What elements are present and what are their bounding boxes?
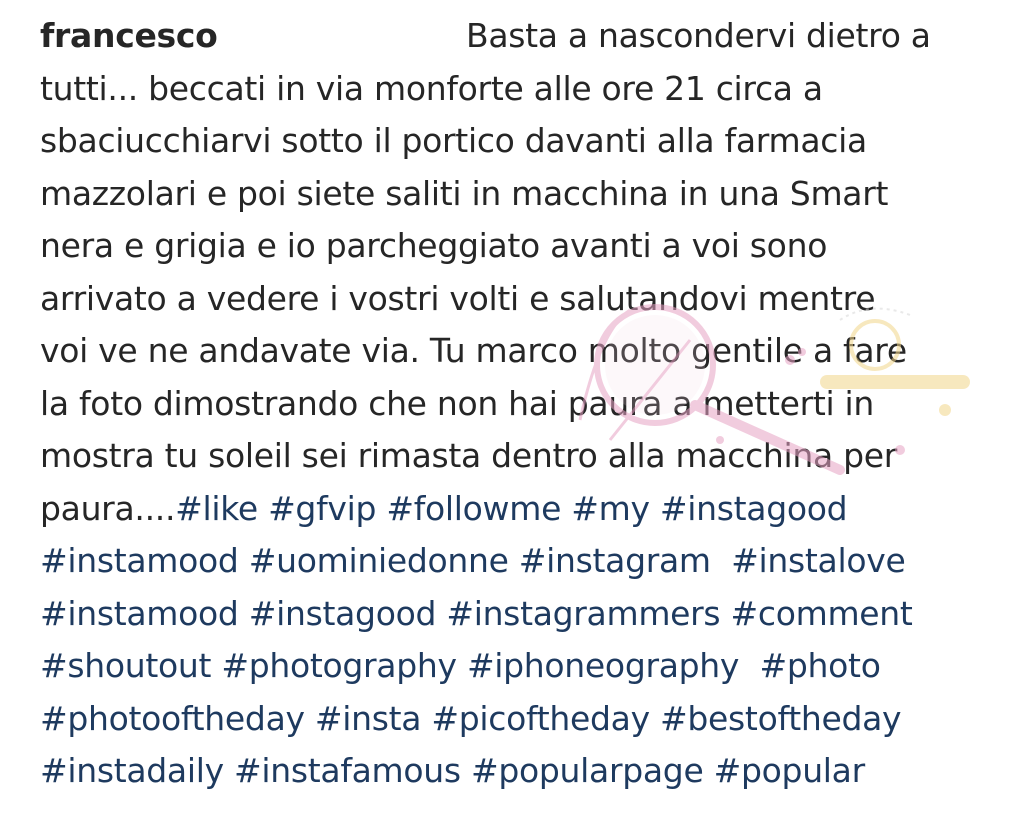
comment-text: nera e grigia e io parcheggiato avanti a… [40,226,828,265]
hashtag-link[interactable]: #instagram [519,541,711,580]
hashtag-link[interactable]: #followme [386,489,561,528]
comment-text: Basta a nascondervi dietro a [466,16,931,55]
comment-line: paura....#like #gfvip #followme #my #ins… [40,483,990,536]
hashtag-line: #instamood #uominiedonne #instagram #ins… [40,535,990,588]
hashtag-link[interactable]: #uominiedonne [249,541,509,580]
hashtag-link[interactable]: #instagood [249,594,437,633]
hashtag-link[interactable]: #instagood [660,489,848,528]
hashtag-link[interactable]: #photography [221,646,457,685]
comment-username[interactable]: francesco [40,16,218,55]
hashtag-line: #instamood #instagood #instagrammers #co… [40,588,990,641]
hashtag-link[interactable]: #instalove [731,541,906,580]
hashtag-link[interactable]: #popularpage [471,751,704,790]
hashtag-link[interactable]: #picoftheday [431,699,650,738]
hashtag-line: #shoutout #photography #iphoneography #p… [40,640,990,693]
hashtag-link[interactable]: #like [175,489,258,528]
hashtag-link[interactable]: #instafamous [234,751,461,790]
hashtag-link[interactable]: #iphoneography [467,646,740,685]
hashtag-link[interactable]: #photo [760,646,881,685]
comment-text: sbaciucchiarvi sotto il portico davanti … [40,121,867,160]
hashtag-link[interactable]: #instamood [40,594,239,633]
hashtag-link[interactable]: #instadaily [40,751,224,790]
hashtag-link[interactable]: #instamood [40,541,239,580]
comment-line: francesco Basta a nascondervi dietro a [40,10,990,63]
comment-text: mostra tu soleil sei rimasta dentro alla… [40,436,898,475]
hashtag-line: #instadaily #instafamous #popularpage #p… [40,745,990,798]
hashtag-link[interactable]: #popular [714,751,866,790]
comment: francesco Basta a nascondervi dietro a t… [40,10,990,798]
hashtag-link[interactable]: #insta [315,699,422,738]
hashtag-link[interactable]: #comment [731,594,913,633]
comment-text: tutti... beccati in via monforte alle or… [40,68,823,108]
comment-text: la foto dimostrando che non hai paura a … [40,383,875,423]
comment-text: arrivato a vedere i vostri volti e salut… [40,278,876,318]
hashtag-link[interactable]: #my [571,489,650,528]
hashtag-link[interactable]: #shoutout [40,646,211,685]
hashtag-link[interactable]: #gfvip [268,489,376,528]
comment-text: mazzolari e poi siete saliti in macchina… [40,173,889,213]
comment-text: voi ve ne andavate via. Tu marco molto g… [40,331,907,370]
comment-text: paura.... [40,488,176,528]
hashtag-link[interactable]: #photooftheday [40,699,305,738]
hashtag-link[interactable]: #bestoftheday [660,699,902,738]
hashtag-line: #photooftheday #insta #picoftheday #best… [40,693,990,746]
hashtag-link[interactable]: #instagrammers [446,594,720,633]
